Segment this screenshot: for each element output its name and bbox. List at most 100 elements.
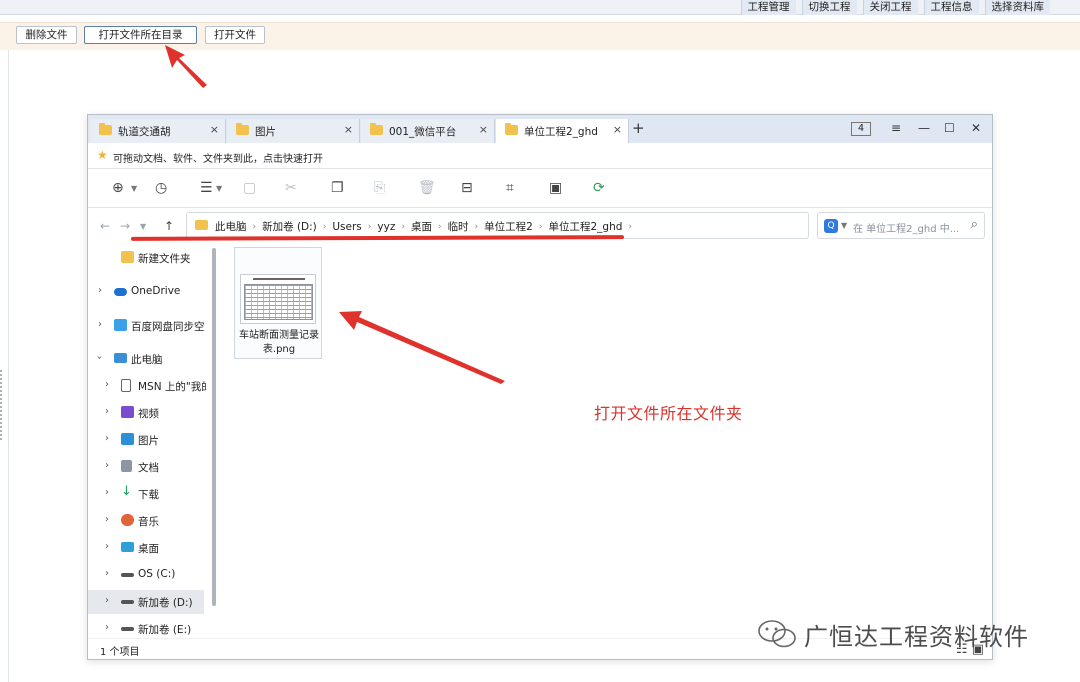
breadcrumb: 此电脑 › 新加卷 (D:) › Users › yyz › 桌面 › 临时 › 单位工程2…: [215, 219, 638, 234]
sidebar-item-new-folder[interactable]: 新建文件夹: [88, 246, 204, 270]
sidebar-item-music[interactable]: › 音乐: [88, 509, 204, 533]
file-name: 车站断面测量记录表.png: [239, 330, 319, 355]
chevron-down-icon[interactable]: ▼: [841, 221, 847, 230]
tab-count-badge[interactable]: 4: [851, 122, 871, 136]
chevron-right-icon[interactable]: ›: [105, 568, 109, 579]
menu-project-info[interactable]: 工程信息: [923, 0, 979, 15]
tab-bar: 轨道交通胡 × 图片 × 001_微信平台 × 单位工程2_ghd × + 4 …: [88, 115, 992, 143]
forward-icon[interactable]: →: [120, 219, 130, 233]
chevron-down-icon[interactable]: ›: [94, 356, 105, 360]
paste-icon[interactable]: ⎘: [374, 180, 385, 196]
chevron-right-icon: ›: [538, 221, 543, 232]
new-tab-button[interactable]: +: [632, 119, 645, 137]
minimize-icon[interactable]: —: [918, 121, 930, 135]
picture-icon: [121, 433, 134, 445]
chevron-right-icon[interactable]: ›: [105, 622, 109, 633]
search-engine-icon[interactable]: Q: [824, 219, 838, 233]
tab-pictures[interactable]: 图片 ×: [227, 119, 360, 143]
sidebar-item-baidu-disk[interactable]: › 百度网盘同步空间: [88, 314, 205, 338]
sidebar-item-desktop[interactable]: › 桌面: [88, 536, 204, 560]
crop-icon[interactable]: ⌗: [506, 180, 514, 196]
tab-label: 单位工程2_ghd: [524, 126, 598, 138]
crumb-users[interactable]: Users: [332, 221, 361, 233]
sidebar-item-label: 文档: [138, 462, 159, 474]
splitter-grip[interactable]: [0, 370, 3, 440]
new-icon[interactable]: ⊕: [112, 180, 124, 196]
copy-icon[interactable]: ❐: [331, 180, 344, 196]
sidebar-item-videos[interactable]: › 视频: [88, 401, 204, 425]
properties-icon[interactable]: ⊟: [461, 180, 473, 196]
folder-icon: [99, 123, 112, 135]
menu-project-manage[interactable]: 工程管理: [740, 0, 796, 15]
chevron-right-icon: ›: [367, 221, 372, 232]
sidebar-item-onedrive[interactable]: › OneDrive: [88, 280, 204, 304]
refresh-icon[interactable]: ⟳: [593, 180, 605, 196]
maximize-icon[interactable]: ☐: [944, 121, 955, 135]
search-placeholder[interactable]: 在 单位工程2_ghd 中...: [853, 220, 959, 235]
sidebar-item-drive-d[interactable]: › 新加卷 (D:): [88, 590, 204, 614]
close-icon[interactable]: ×: [210, 123, 219, 136]
view-menu-icon[interactable]: ☰: [200, 180, 213, 196]
copy-path-icon[interactable]: ▢: [243, 180, 256, 196]
menu-select-library[interactable]: 选择资料库: [984, 0, 1050, 15]
tab-rail-transit[interactable]: 轨道交通胡 ×: [90, 119, 226, 143]
thumbnail-table: [244, 284, 313, 320]
menu-close-project[interactable]: 关闭工程: [862, 0, 918, 15]
search-box[interactable]: Q ▼ 在 单位工程2_ghd 中... ⌕: [817, 212, 985, 239]
tab-unit-project-ghd[interactable]: 单位工程2_ghd ×: [496, 119, 629, 143]
chevron-right-icon[interactable]: ›: [105, 460, 109, 471]
sidebar-item-label: MSN 上的"我的: [138, 381, 206, 393]
sidebar-item-msn[interactable]: › MSN 上的"我的: [88, 374, 206, 398]
chevron-right-icon[interactable]: ›: [105, 595, 109, 606]
chevron-right-icon[interactable]: ›: [98, 319, 102, 330]
video-icon: [121, 406, 134, 418]
close-icon[interactable]: ×: [613, 123, 622, 136]
sidebar-item-documents[interactable]: › 文档: [88, 455, 204, 479]
window-close-icon[interactable]: ✕: [971, 121, 981, 135]
chevron-right-icon[interactable]: ›: [105, 487, 109, 498]
watermark: 广恒达工程资料软件: [756, 616, 1029, 652]
chevron-right-icon[interactable]: ›: [105, 433, 109, 444]
folder-icon: [236, 123, 249, 135]
save-icon[interactable]: ▣: [549, 180, 562, 196]
crumb-yyz[interactable]: yyz: [377, 221, 395, 233]
search-icon[interactable]: ⌕: [971, 217, 978, 232]
chevron-right-icon[interactable]: ›: [105, 514, 109, 525]
sidebar-item-downloads[interactable]: › ↓ 下载: [88, 482, 204, 506]
back-icon[interactable]: ←: [100, 219, 110, 233]
sidebar-item-pictures[interactable]: › 图片: [88, 428, 204, 452]
sidebar-scrollbar[interactable]: [212, 248, 216, 606]
cut-icon[interactable]: ✂: [285, 180, 297, 196]
sidebar-item-drive-c[interactable]: › OS (C:): [88, 563, 204, 587]
tab-wechat-platform[interactable]: 001_微信平台 ×: [361, 119, 495, 143]
chevron-right-icon[interactable]: ›: [105, 541, 109, 552]
delete-icon[interactable]: 🗑: [418, 180, 436, 196]
chevron-down-icon[interactable]: ▼: [216, 184, 222, 193]
open-file-button[interactable]: 打开文件: [205, 26, 265, 44]
sidebar-item-this-pc[interactable]: › 此电脑: [88, 347, 204, 371]
chevron-right-icon: ›: [252, 221, 257, 232]
history-dropdown-icon[interactable]: ▼: [140, 222, 146, 231]
delete-file-button[interactable]: 删除文件: [16, 26, 77, 44]
chevron-right-icon[interactable]: ›: [105, 406, 109, 417]
chevron-right-icon: ›: [628, 221, 632, 232]
menu-icon[interactable]: ≡: [891, 121, 901, 135]
up-icon[interactable]: ↑: [164, 219, 174, 233]
crumb-unit-project-2[interactable]: 单位工程2: [484, 219, 533, 234]
crumb-drive-d[interactable]: 新加卷 (D:): [262, 219, 317, 234]
crumb-desktop[interactable]: 桌面: [411, 219, 432, 234]
crumb-this-pc[interactable]: 此电脑: [215, 219, 247, 234]
chevron-right-icon[interactable]: ›: [105, 379, 109, 390]
recent-icon[interactable]: ◷: [155, 180, 167, 196]
menu-switch-project[interactable]: 切换工程: [801, 0, 857, 15]
chevron-right-icon: ›: [437, 221, 442, 232]
crumb-temp[interactable]: 临时: [448, 219, 469, 234]
file-item[interactable]: 车站断面测量记录表.png: [234, 247, 322, 359]
close-icon[interactable]: ×: [344, 123, 353, 136]
chevron-right-icon[interactable]: ›: [98, 285, 102, 296]
open-file-location-button[interactable]: 打开文件所在目录: [84, 26, 197, 44]
close-icon[interactable]: ×: [479, 123, 488, 136]
tab-label: 图片: [255, 126, 276, 138]
chevron-down-icon[interactable]: ▼: [131, 184, 137, 193]
crumb-unit-project-ghd[interactable]: 单位工程2_ghd: [548, 219, 622, 234]
